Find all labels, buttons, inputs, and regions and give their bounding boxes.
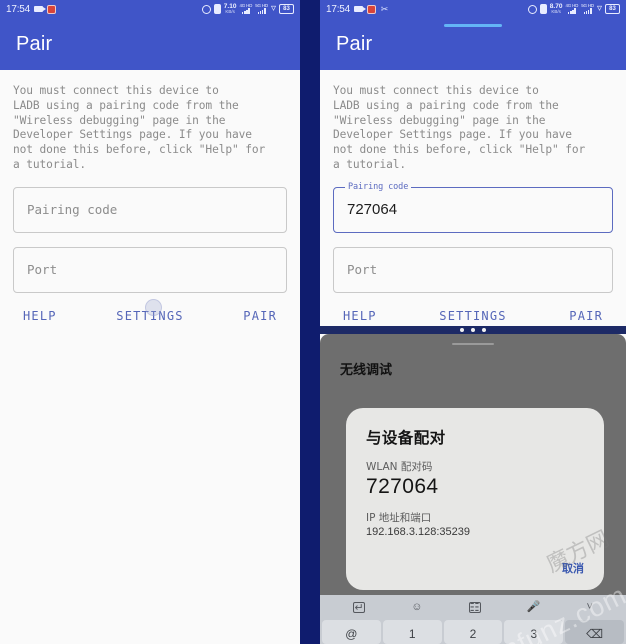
sim2-bars [583,8,592,15]
pairing-code-input[interactable]: Pairing code 727064 [333,181,613,233]
ip-port-label: IP 地址和端口 [366,512,432,524]
signal-icon-sim2: 5G HD [581,3,594,15]
key-3[interactable]: 3 [504,620,564,644]
pairing-code-value: 727064 [347,201,398,219]
alarm-icon [527,4,537,14]
key-backspace[interactable]: ⌫ [565,620,624,644]
cancel-button[interactable]: 取消 [366,560,584,576]
pair-device-dialog: 与设备配对 WLAN 配对码 727064 IP 地址和端口 192.168.3… [346,408,604,590]
split-screen-divider[interactable] [300,0,320,644]
app-body-left: You must connect this device to LADB usi… [0,70,300,323]
camera-icon [34,6,47,12]
battery-icon: 83 [279,4,294,14]
keyboard-icon[interactable]: ☷ [468,602,481,614]
red-app-icon [47,4,57,14]
status-bar-right: 17:54 ✂ 8.70 KB/s 4G HD 5G HD ▿ 83 [320,0,626,18]
alarm-icon [201,4,211,14]
ip-port-value: 192.168.3.128:35239 [366,526,470,538]
battery-icon: 83 [605,4,620,14]
drag-handle[interactable] [452,343,494,345]
network-speed-unit: KB/s [551,9,561,14]
signal-icon-sim1: 4G HD [239,3,252,15]
vibrate-icon [539,4,547,14]
chevron-down-icon[interactable]: ˅ [587,602,593,613]
signal-icon-sim1: 4G HD [565,3,578,15]
status-bar-right-group: 7.10 KB/s 4G HD 5G HD ▿ 83 [201,3,294,15]
pairing-code-label: Pairing code [345,181,412,192]
settings-button[interactable]: SETTINGS [439,309,506,323]
pair-button[interactable]: PAIR [243,309,277,323]
network-speed-unit: KB/s [225,9,235,14]
mic-icon[interactable]: 🎤 [527,602,541,613]
touch-indicator [145,299,162,316]
help-button[interactable]: HELP [23,309,57,323]
pairing-code-placeholder: Pairing code [27,202,118,218]
key-2[interactable]: 2 [443,620,503,644]
wireless-debugging-screen: 无线调试 与设备配对 WLAN 配对码 727064 IP 地址和端口 192.… [320,334,626,644]
pairing-code-input[interactable]: Pairing code [13,186,287,233]
vibrate-icon [213,4,221,14]
focus-indicator-bar [444,24,502,27]
red-app-icon [367,4,377,14]
help-button[interactable]: HELP [343,309,377,323]
port-input[interactable]: Port [13,246,287,293]
dialog-title: 与设备配对 [366,429,446,447]
network-speed: 7.10 KB/s [224,3,237,15]
wlan-code-value: 727064 [366,475,439,498]
signal-icon-sim2: 5G HD [255,3,268,15]
split-screen-screenshot: 17:54 7.10 KB/s 4G HD 5G HD ▿ 83 Pair Yo… [0,0,626,644]
soft-keyboard: ↵ ☺ ☷ 🎤 ˅ @ 1 2 3 ⌫ [320,595,626,644]
app-bar-left: Pair [0,18,300,70]
instructions-text: You must connect this device to LADB usi… [13,84,266,171]
port-placeholder: Port [27,262,58,278]
action-row-right: HELP SETTINGS PAIR [333,293,613,323]
status-bar-left: 17:54 7.10 KB/s 4G HD 5G HD ▿ 83 [0,0,300,18]
status-bar-left-group-2: 17:54 ✂ [326,4,389,15]
status-bar-left-group: 17:54 [6,3,57,15]
sim1-bars [241,8,250,15]
page-title: Pair [336,32,373,55]
status-time: 17:54 [6,3,31,15]
port-placeholder: Port [347,262,378,278]
network-speed: 8.70 KB/s [550,3,563,15]
wlan-code-label: WLAN 配对码 [366,461,433,473]
wireless-debugging-title: 无线调试 [340,363,393,378]
status-time: 17:54 [326,3,351,15]
app-body-right: You must connect this device to LADB usi… [320,70,626,323]
pair-button[interactable]: PAIR [569,309,603,323]
status-bar-right-group-2: 8.70 KB/s 4G HD 5G HD ▿ 83 [527,3,620,15]
emoji-icon[interactable]: ☺ [411,602,422,613]
wifi-icon: ▿ [270,3,276,14]
split-handle-dots[interactable] [320,326,626,334]
sim2-bars [257,8,266,15]
key-at[interactable]: @ [322,620,381,644]
keyboard-toolbar: ↵ ☺ ☷ 🎤 ˅ [320,595,626,620]
port-input[interactable]: Port [333,246,613,293]
camera-icon [354,6,367,12]
key-1[interactable]: 1 [382,620,442,644]
clipboard-icon[interactable]: ↵ [353,602,366,614]
left-phone-panel: 17:54 7.10 KB/s 4G HD 5G HD ▿ 83 Pair Yo… [0,0,300,644]
app-bar-right: Pair [320,18,626,70]
scissors-icon: ✂ [380,3,389,14]
keyboard-number-row: @ 1 2 3 ⌫ [320,620,626,644]
instructions-text: You must connect this device to LADB usi… [333,84,586,171]
right-phone-panel: 17:54 ✂ 8.70 KB/s 4G HD 5G HD ▿ 83 Pair … [320,0,626,644]
wifi-icon: ▿ [596,3,602,14]
page-title: Pair [16,32,53,55]
sim1-bars [567,8,576,15]
